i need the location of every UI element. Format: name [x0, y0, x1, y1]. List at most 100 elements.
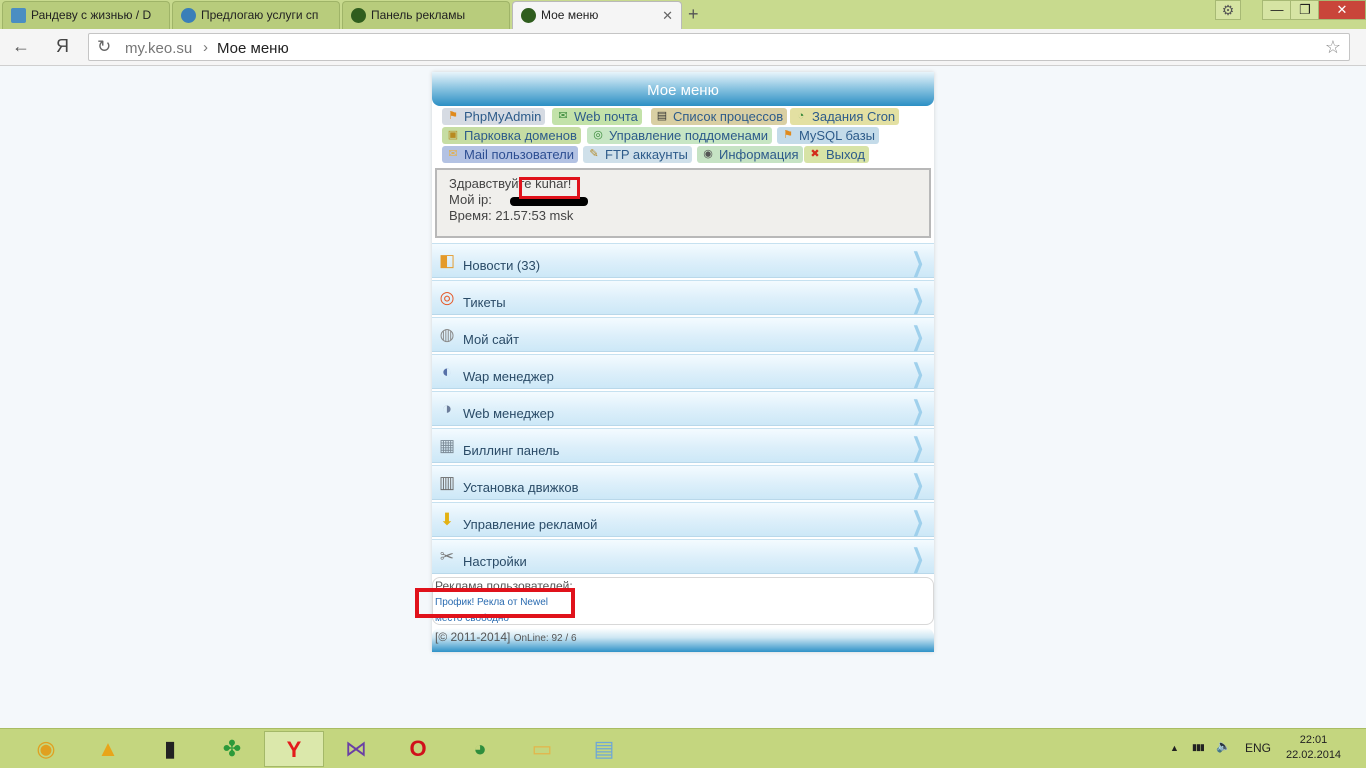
tab-panel-reklamy[interactable]: Панель рекламы — [342, 1, 510, 29]
menu-item-news[interactable]: ◧ Новости (33) ❯ — [432, 243, 934, 278]
link-web-mail[interactable]: ✉ Web почта — [552, 108, 642, 125]
menu-item-engine-install[interactable]: ▥ Установка движков ❯ — [432, 465, 934, 500]
tab-favicon-icon — [181, 8, 196, 23]
link-label: PhpMyAdmin — [464, 109, 542, 124]
tab-label: Панель рекламы — [371, 8, 466, 22]
link-process-list[interactable]: ▤ Список процессов — [651, 108, 788, 125]
ftp-icon: ✎ — [589, 148, 599, 160]
address-domain: my.keo.su — [125, 40, 193, 57]
page-footer: [© 2011-2014] OnLine: 92 / 6 — [432, 628, 934, 652]
menu-item-web-manager[interactable]: ◑ Web менеджер ❯ — [432, 391, 934, 426]
tab-moe-menu[interactable]: Мое меню ✕ — [512, 1, 682, 30]
maximize-button[interactable]: ❐ — [1290, 0, 1320, 20]
menu-item-ads-management[interactable]: ⬇ Управление рекламой ❯ — [432, 502, 934, 537]
browser-tab-bar: Рандеву с жизнью / D Предлогаю услуги сп… — [0, 0, 1366, 30]
close-window-button[interactable]: ✕ — [1318, 0, 1366, 20]
time-line: Время: 21.57:53 msk — [449, 208, 574, 223]
clover-app-icon[interactable]: ✤ — [202, 731, 262, 767]
menu-item-my-site[interactable]: ◍ Мой сайт ❯ — [432, 317, 934, 352]
address-bar[interactable]: ↻ my.keo.su › Мое меню ☆ — [88, 33, 1350, 61]
settings-gear-icon[interactable]: ⚙ — [1215, 0, 1241, 20]
minimize-button[interactable]: — — [1262, 0, 1292, 20]
link-subdomains[interactable]: ◎ Управление поддоменами — [587, 127, 773, 144]
terminal-app-icon[interactable]: ▮ — [140, 731, 200, 767]
language-indicator[interactable]: ENG — [1245, 741, 1271, 755]
link-label: Список процессов — [673, 109, 784, 124]
menu-item-label: Настройки — [463, 554, 527, 569]
ip-label: Мой ip: — [449, 192, 492, 207]
visual-studio-icon[interactable]: ⋈ — [326, 731, 386, 767]
yandex-browser-icon[interactable]: Y — [264, 731, 324, 767]
link-logout[interactable]: ✖ Выход — [804, 146, 869, 163]
chevron-right-icon: ❯ — [911, 469, 925, 499]
info-icon: ◉ — [703, 148, 713, 160]
link-cron-tasks[interactable]: ◔ Задания Cron — [790, 108, 900, 125]
menu-item-label: Web менеджер — [463, 406, 555, 421]
link-mysql-databases[interactable]: ⚑ MySQL базы — [777, 127, 880, 144]
link-domain-parking[interactable]: ▣ Парковка доменов — [442, 127, 581, 144]
clock-time: 22:01 — [1299, 734, 1328, 746]
online-counter: OnLine: 92 / 6 — [513, 633, 577, 644]
link-label: Задания Cron — [812, 109, 896, 124]
link-label: Парковка доменов — [464, 128, 577, 143]
menu-item-label: Wap менеджер — [463, 369, 554, 384]
menu-item-label: Мой сайт — [463, 332, 520, 347]
address-page-title: Мое меню — [217, 40, 289, 57]
chevron-right-icon: ❯ — [911, 284, 925, 314]
menu-item-tickets[interactable]: ◎ Тикеты ❯ — [432, 280, 934, 315]
web-icon: ◑ — [441, 399, 453, 418]
new-tab-button[interactable]: + — [688, 4, 699, 25]
chevron-right-icon: ❯ — [911, 543, 925, 573]
tab-close-icon[interactable]: ✕ — [662, 8, 673, 24]
tab-favicon-icon — [521, 8, 536, 23]
address-separator: › — [203, 39, 208, 56]
link-information[interactable]: ◉ Информация — [697, 146, 803, 163]
tray-overflow-icon[interactable]: ▲ — [1170, 743, 1179, 753]
exit-icon: ✖ — [810, 148, 820, 160]
opera-icon[interactable]: O — [388, 731, 448, 767]
page-title: Мое меню — [432, 72, 934, 106]
system-clock[interactable]: 22:01 22.02.2014 — [1286, 733, 1341, 763]
link-mail-users[interactable]: ✉ Mail пользователи — [442, 146, 578, 163]
chevron-right-icon: ❯ — [911, 395, 925, 425]
terminal-icon: ▤ — [656, 110, 668, 122]
link-ftp-accounts[interactable]: ✎ FTP аккаунты — [583, 146, 692, 163]
reload-icon[interactable]: ↻ — [97, 37, 111, 57]
billing-icon: ▦ — [438, 436, 456, 455]
volume-icon[interactable]: 🔈 — [1216, 739, 1231, 753]
tab-uslugi[interactable]: Предлогаю услуги сп — [172, 1, 340, 29]
mail-users-icon: ✉ — [448, 148, 458, 160]
ip-line: Мой ip: — [449, 192, 492, 207]
notepad-icon[interactable]: ▤ — [574, 731, 634, 767]
news-icon: ◧ — [438, 251, 456, 270]
menu-item-label: Установка движков — [463, 480, 579, 495]
aimp-player-icon[interactable]: ▲ — [78, 731, 138, 767]
link-phpmyadmin[interactable]: ⚑ PhpMyAdmin — [442, 108, 546, 125]
chevron-right-icon: ❯ — [911, 321, 925, 351]
settings-icon: ✂ — [439, 547, 455, 566]
mail-icon: ✉ — [558, 110, 568, 122]
ads-download-icon: ⬇ — [439, 510, 455, 529]
tab-favicon-icon — [11, 8, 26, 23]
aimp-icon[interactable]: ◉ — [16, 731, 76, 767]
menu-item-settings[interactable]: ✂ Настройки ❯ — [432, 539, 934, 574]
link-label: Информация — [719, 147, 799, 162]
link-label: FTP аккаунты — [605, 147, 688, 162]
link-label: Управление поддоменами — [609, 128, 769, 143]
bookmark-star-icon[interactable]: ☆ — [1325, 37, 1341, 58]
network-signal-icon[interactable]: ▮▮▮ — [1192, 742, 1205, 753]
link-label: Выход — [826, 147, 865, 162]
tab-randevu[interactable]: Рандеву с жизнью / D — [2, 1, 170, 29]
chrome-icon[interactable]: ◕ — [450, 731, 510, 767]
file-explorer-icon[interactable]: ▭ — [512, 731, 572, 767]
back-arrow-icon[interactable]: ← — [12, 36, 30, 57]
chevron-right-icon: ❯ — [911, 506, 925, 536]
yandex-icon[interactable]: Я — [56, 36, 69, 57]
menu-item-billing[interactable]: ▦ Биллинг панель ❯ — [432, 428, 934, 463]
menu-item-label: Тикеты — [463, 295, 506, 310]
domain-icon: ▣ — [447, 129, 459, 141]
tab-label: Рандеву с жизнью / D — [31, 8, 152, 22]
menu-item-wap-manager[interactable]: ◐ Wap менеджер ❯ — [432, 354, 934, 389]
highlight-box-username — [519, 177, 580, 199]
tab-label: Мое меню — [541, 8, 599, 22]
